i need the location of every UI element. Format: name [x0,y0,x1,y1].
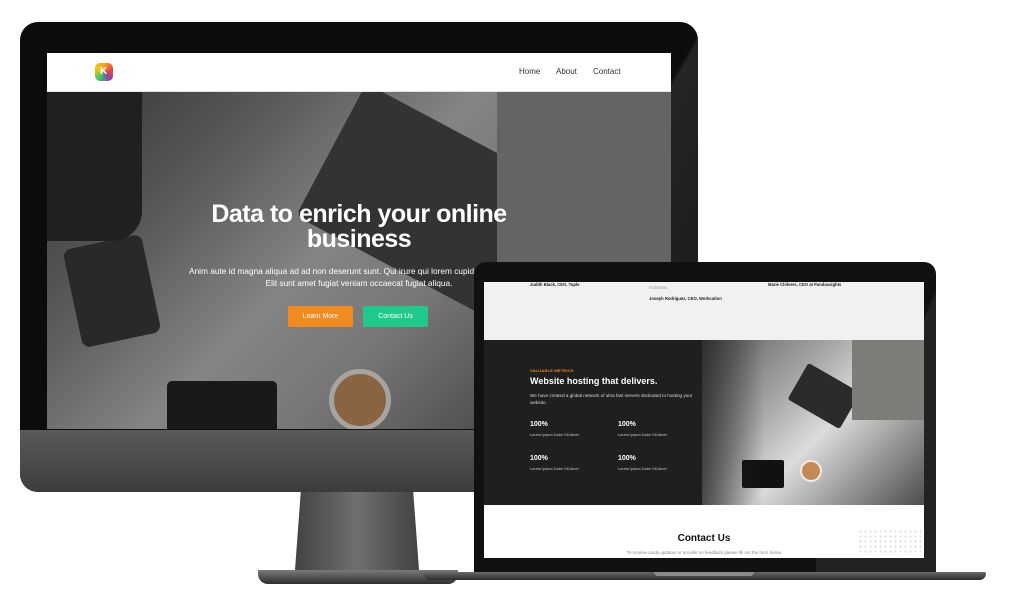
learn-more-button[interactable]: Learn More [288,306,353,327]
stat-value-1: 100% [530,421,548,428]
laptop-screen: Judith Black, CEO, Tuple molestiae. Jose… [484,282,924,558]
contact-title: Contact Us [677,533,731,544]
hero-title-line2: business [306,225,412,253]
hero-title-line1: Data to enrich your online [211,200,507,228]
metrics-eyebrow: VALUABLE METRICS [530,368,574,373]
testimonial-author-1: Judith Black, CEO, Tuple [530,282,580,287]
testimonials-section: Judith Black, CEO, Tuple molestiae. Jose… [484,282,924,340]
metrics-title: Website hosting that delivers. [530,376,658,386]
metrics-photo-coffee [800,460,822,482]
stat-value-3: 100% [530,455,548,462]
stat-label-2: Lorem Ipsum Dolor Sit Amet [618,432,667,437]
stat-label-3: Lorem Ipsum Dolor Sit Amet [530,466,579,471]
nav-link-about[interactable]: About [556,67,577,76]
metrics-photo-laptop [787,362,861,430]
metrics-section: VALUABLE METRICS Website hosting that de… [484,340,924,505]
contact-us-button[interactable]: Contact Us [363,306,428,327]
metrics-fade [644,340,764,505]
stat-label-1: Lorem Ipsum Dolor Sit Amet [530,432,579,437]
testimonial-fragment: molestiae. [649,285,669,290]
navbar: K Home About Contact [47,53,671,92]
metrics-description: We have created a global network of ultr… [530,393,693,405]
testimonial-author-3: Marie Chilvers, CEO at Pandaxsights [768,282,842,287]
laptop-notch [654,572,754,576]
stat-label-4: Lorem Ipsum Dolor Sit Amet [618,466,667,471]
nav-link-contact[interactable]: Contact [593,67,621,76]
nav-link-home[interactable]: Home [519,67,540,76]
logo-icon[interactable]: K [95,63,113,81]
metrics-photo-person [852,340,924,420]
hero-title: Data to enrich your online business [159,202,559,252]
stat-value-2: 100% [618,421,636,428]
contact-description: To receive study updates or provide us f… [626,550,782,555]
testimonial-author-2: Joseph Rodriguez, CEO, Workcation [649,296,722,301]
monitor-stand-neck [294,492,420,572]
stat-value-4: 100% [618,455,636,462]
logo-letter: K [100,66,108,77]
contact-section: Contact Us To receive study updates or p… [484,505,924,558]
